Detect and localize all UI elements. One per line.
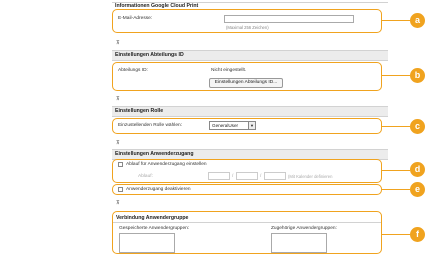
expiry-date-label: Ablauf: xyxy=(138,174,153,179)
registered-groups-list[interactable] xyxy=(119,233,175,253)
disable-access-checkbox[interactable] xyxy=(118,187,123,192)
dept-section: Einstellungen Abteilungs ID xyxy=(112,50,388,61)
dept-id-value: Nicht eingestellt. xyxy=(211,68,247,73)
date-separator: / xyxy=(260,174,262,179)
assigned-groups-label: Zugehörige Anwendergruppen: xyxy=(271,226,337,231)
connector-e xyxy=(382,189,410,190)
connector-a xyxy=(382,20,410,21)
role-select[interactable]: GeneralUser ▼ xyxy=(209,121,256,130)
callout-badge-c: c xyxy=(410,119,425,134)
role-section-title: Einstellungen Rolle xyxy=(112,106,388,117)
email-label: E-Mail-Adresse: xyxy=(118,16,153,21)
callout-badge-f: f xyxy=(410,227,425,242)
dept-id-settings-button[interactable]: Einstellungen Abteilungs ID... xyxy=(209,78,283,88)
registered-groups-label: Gespeicherte Anwendergruppen: xyxy=(119,226,190,231)
role-label: Einzustellenden Rolle wählen: xyxy=(118,123,182,128)
callout-badge-b: b xyxy=(410,68,425,83)
email-hint: (Maximal 256 Zeichen) xyxy=(226,25,269,30)
connector-d xyxy=(382,170,410,171)
callout-badge-d: d xyxy=(410,162,425,177)
dept-section-title: Einstellungen Abteilungs ID xyxy=(112,50,388,61)
expiry-year-input[interactable] xyxy=(208,172,230,180)
email-input[interactable] xyxy=(224,15,354,23)
collapse-icon[interactable]: ⊼ xyxy=(116,141,120,146)
role-section: Einstellungen Rolle xyxy=(112,106,388,117)
expiry-month-input[interactable] xyxy=(236,172,258,180)
connector-b xyxy=(382,75,410,76)
date-separator: / xyxy=(232,174,234,179)
disable-access-label: Anwenderzugang deaktivieren xyxy=(126,187,191,192)
callout-badge-a: a xyxy=(410,13,425,28)
connector-f xyxy=(382,234,410,235)
assigned-groups-list[interactable] xyxy=(271,233,327,253)
groups-section-title: Verbindung Anwendergruppe xyxy=(116,215,189,221)
role-selected-value: GeneralUser xyxy=(212,123,239,128)
expiry-label: Ablauf für Anwenderzugang einstellen xyxy=(126,162,207,167)
collapse-icon[interactable]: ⊼ xyxy=(116,201,120,206)
expiry-checkbox[interactable] xyxy=(118,162,123,167)
chevron-down-icon: ▼ xyxy=(248,122,255,129)
calendar-hint[interactable]: (Mit Kalender definieren xyxy=(288,174,332,179)
collapse-icon[interactable]: ⊼ xyxy=(116,41,120,46)
user-edit-page: Informationen Google Cloud Print E-Mail-… xyxy=(0,0,430,254)
dept-id-label: Abteilungs ID: xyxy=(118,68,148,73)
expiry-day-input[interactable] xyxy=(264,172,286,180)
groups-divider xyxy=(113,222,381,223)
callout-badge-e: e xyxy=(410,182,425,197)
connector-c xyxy=(382,126,410,127)
collapse-icon[interactable]: ⊼ xyxy=(116,97,120,102)
